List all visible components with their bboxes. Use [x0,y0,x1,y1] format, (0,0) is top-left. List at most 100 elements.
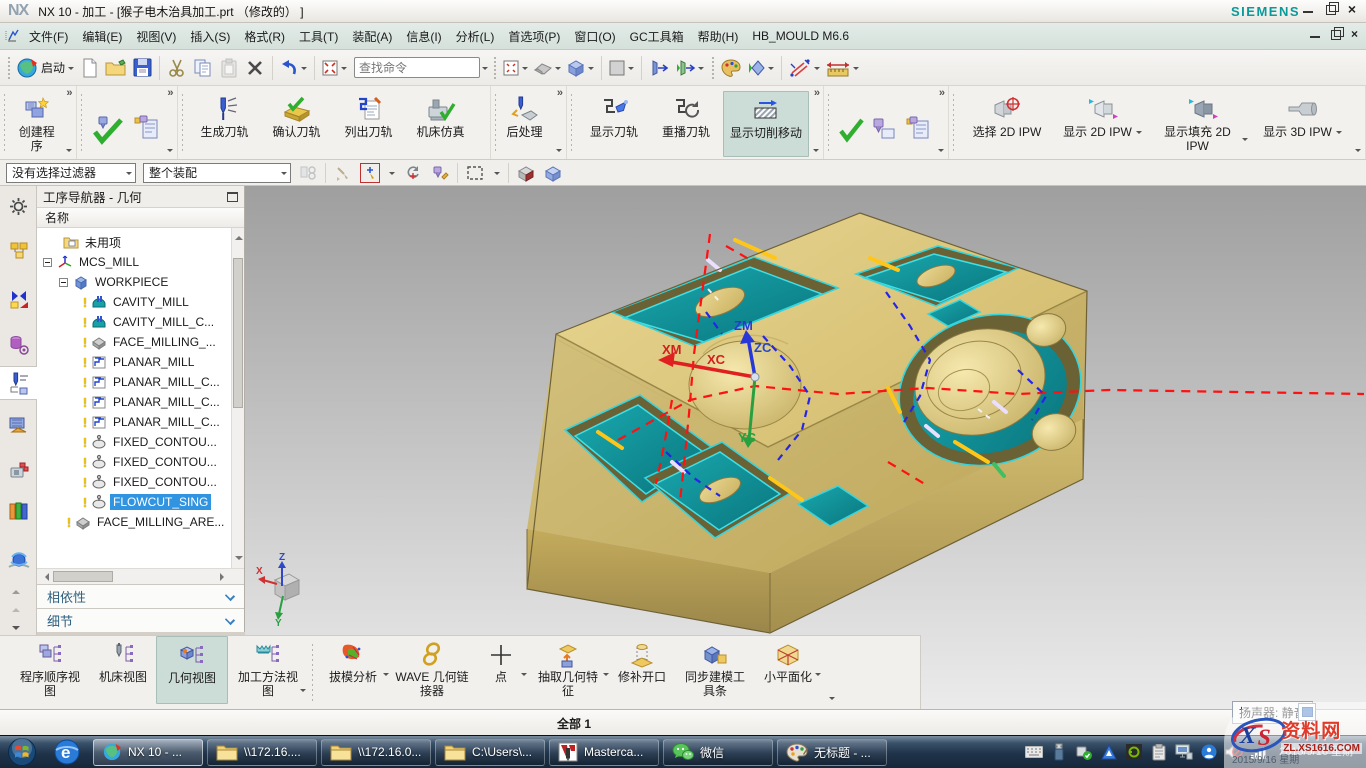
child-restore-icon[interactable] [1331,30,1341,40]
show-toolpath-button[interactable]: 显示刀轨 [579,91,649,141]
usb-safely-remove-icon[interactable] [1075,743,1093,761]
tree-row-operation[interactable]: ! PLANAR_MILL_C... [37,372,223,392]
show-fill-2d-ipw-caret-icon[interactable] [1242,138,1248,144]
menu-preferences[interactable]: 首选项(P) [501,23,567,50]
details-panel[interactable]: 细节 [37,608,244,632]
collapse-icon[interactable] [59,278,68,287]
group-caret-icon[interactable] [66,149,72,155]
resource-scroll-down-icon[interactable] [12,626,20,634]
method-view-caret-icon[interactable] [300,689,306,695]
menu-file[interactable]: 文件(F) [22,23,75,50]
open-button[interactable] [103,54,129,82]
usb-tray-icon[interactable] [1050,743,1068,761]
dependencies-panel[interactable]: 相依性 [37,584,244,608]
menu-analysis[interactable]: 分析(L) [449,23,502,50]
process-studio-icon[interactable] [6,458,31,483]
security-shield-icon[interactable] [1200,743,1218,761]
assembly-navigator-icon[interactable] [6,238,31,263]
tree-row-operation[interactable]: ! FIXED_CONTOU... [37,452,220,472]
scroll-up-icon[interactable] [235,232,243,240]
clip-section-button[interactable] [646,54,672,82]
collapse-icon[interactable] [43,258,52,267]
wave-linker-button[interactable]: WAVE 几何链接器 [389,636,475,709]
taskbar-mastercam-button[interactable]: Masterca... [549,739,659,766]
tree-row-operation[interactable]: ! PLANAR_MILL [37,352,197,372]
undo-button[interactable] [277,54,310,82]
simulate-machine-button[interactable]: 机床仿真 [406,91,476,141]
new-file-button[interactable] [77,54,103,82]
tree-row-operation[interactable]: ! CAVITY_MILL_C... [37,312,217,332]
list-toolpath-button[interactable]: 列出刀轨 [334,91,404,141]
restore-icon[interactable] [1326,5,1336,15]
machine-tool-navigator-icon[interactable] [6,412,31,437]
rotate-point-icon[interactable] [403,163,423,183]
constraint-navigator-icon[interactable] [6,286,31,311]
postprocess-button[interactable]: 后处理 [503,91,547,141]
tree-row-workpiece[interactable]: WORKPIECE [37,272,171,292]
menu-information[interactable]: 信息(I) [399,23,448,50]
show-2d-ipw-caret-icon[interactable] [1136,131,1142,137]
operation-navigator-tab[interactable] [0,366,37,400]
command-finder[interactable] [354,57,480,78]
tree-row-operation[interactable]: ! FIXED_CONTOU... [37,432,220,452]
synchronous-modeling-button[interactable]: 同步建模工具条 [675,636,755,709]
group-caret-icon[interactable] [813,149,819,155]
rectangle-select-icon[interactable] [465,163,485,183]
scroll-down-icon[interactable] [235,556,243,564]
scroll-right-icon[interactable] [220,573,228,581]
show-3d-ipw-caret-icon[interactable] [1336,131,1342,137]
keyboard-tray-icon[interactable] [1025,743,1043,761]
taskbar-wechat-button[interactable]: 微信 [663,739,773,766]
shaded-view-icon[interactable] [543,163,563,183]
menu-gc-toolbox[interactable]: GC工具箱 [623,23,691,50]
verify-geometry-button[interactable] [89,116,127,144]
group-caret-icon[interactable] [556,149,562,155]
group-more-icon[interactable]: » [557,87,563,99]
show-cut-moves-button[interactable]: 显示切削移动 [723,91,809,157]
measure-button[interactable] [786,54,823,82]
generate-toolpath-button[interactable]: 生成刀轨 [190,91,260,141]
group-more-icon[interactable]: » [939,87,945,99]
tree-vertical-scrollbar[interactable] [231,228,244,568]
start-orb-button[interactable] [3,737,41,768]
copy-button[interactable] [190,54,216,82]
selection-scope-dropdown[interactable]: 整个装配 [143,163,291,183]
assembly-constraints-icon[interactable] [298,163,318,183]
create-program-button[interactable]: 创建程序 [12,91,62,155]
tree-row-operation[interactable]: ! FACE_MILLING_ARE... [37,512,227,532]
cut-button[interactable] [164,54,190,82]
show-3d-ipw-button[interactable]: 显示 3D IPW [1255,91,1351,141]
snap-caret-icon[interactable] [389,172,395,178]
geometry-view-button[interactable]: 几何视图 [156,636,228,704]
shaded-wireframe-icon[interactable] [516,163,536,183]
show-fill-2d-ipw-button[interactable]: 显示填充 2D IPW [1153,91,1253,155]
select-2d-ipw-button[interactable]: 选择 2D IPW [961,91,1053,141]
group-more-icon[interactable]: » [66,87,72,99]
group-caret-icon[interactable] [167,149,173,155]
undock-icon[interactable] [227,192,238,202]
group-caret-icon[interactable] [938,149,944,155]
background-button[interactable] [606,54,637,82]
tree-row-operation[interactable]: ! FACE_MILLING_... [37,332,219,352]
menu-format[interactable]: 格式(R) [237,23,292,50]
machine-config-button[interactable] [902,115,934,143]
materials-button[interactable] [744,54,777,82]
toolbar-grip[interactable] [6,55,11,81]
nvidia-tray-icon[interactable] [1125,743,1143,761]
verify-toolpath-button[interactable]: 确认刀轨 [262,91,332,141]
snap-point-icon[interactable] [333,163,353,183]
minimize-icon[interactable] [1303,4,1314,15]
scroll-thumb[interactable] [53,571,113,582]
distance-button[interactable] [823,54,862,82]
facet-caret-icon[interactable] [815,673,821,679]
tree-row-unused[interactable]: 未用项 [37,232,124,252]
part-navigator-icon[interactable] [6,332,31,357]
paste-button[interactable] [216,54,242,82]
patch-opening-button[interactable]: 修补开口 [609,636,675,709]
toolbar-overflow-caret-icon[interactable] [829,697,835,703]
network-tray-icon[interactable] [1175,743,1193,761]
scroll-left-icon[interactable] [41,573,49,581]
point-button[interactable]: 点 [475,636,527,709]
child-minimize-icon[interactable] [1310,29,1321,40]
close-icon[interactable]: × [1348,4,1356,15]
